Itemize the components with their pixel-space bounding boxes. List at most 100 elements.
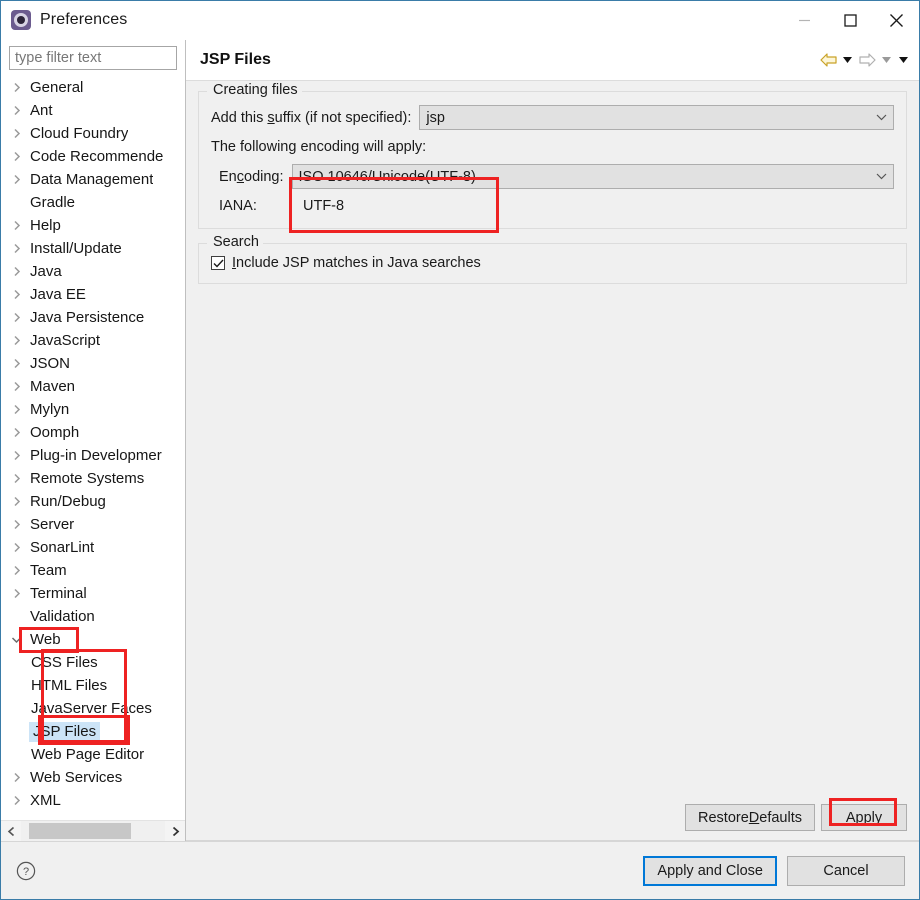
tree-item-sonarlint[interactable]: SonarLint [1,536,185,559]
chevron-right-icon[interactable] [9,772,24,783]
tree-item-install-update[interactable]: Install/Update [1,237,185,260]
cancel-button[interactable]: Cancel [787,855,905,886]
tree-item-java-ee[interactable]: Java EE [1,283,185,306]
chevron-right-icon[interactable] [9,381,24,392]
tree-item-maven[interactable]: Maven [1,375,185,398]
chevron-right-icon[interactable] [9,404,24,415]
chevron-right-icon[interactable] [9,289,24,300]
tree-item-terminal[interactable]: Terminal [1,582,185,605]
include-jsp-matches-checkbox-row[interactable]: Include JSP matches in Java searches [211,255,894,271]
close-icon[interactable] [873,1,919,39]
tree-item-label: Ant [30,102,53,119]
minimize-icon[interactable] [781,1,827,39]
chevron-right-icon[interactable] [9,82,24,93]
tree-item-label: Java EE [30,286,86,303]
group-border-segment [302,91,906,92]
chevron-right-icon[interactable] [9,795,24,806]
scroll-track[interactable] [21,821,165,841]
tree-horizontal-scrollbar[interactable] [1,820,185,841]
tree-item-mylyn[interactable]: Mylyn [1,398,185,421]
tree-item-css-files[interactable]: CSS Files [1,651,185,674]
encoding-note: The following encoding will apply: [211,139,427,155]
chevron-right-icon[interactable] [9,519,24,530]
preference-tree[interactable]: General Ant Cloud Foundry Code Recommende Da… [1,76,185,820]
chevron-right-icon[interactable] [9,588,24,599]
chevron-right-icon[interactable] [9,312,24,323]
tree-item-server[interactable]: Server [1,513,185,536]
suffix-row: Add this suffix (if not specified): jsp [211,105,894,130]
tree-item-cloud-foundry[interactable]: Cloud Foundry [1,122,185,145]
chevron-right-icon[interactable] [9,151,24,162]
chevron-right-icon[interactable] [9,450,24,461]
page-action-buttons: Restore Defaults Apply [685,804,907,831]
forward-menu-chevron-down-icon [879,49,894,71]
tree-item-label: General [30,79,84,96]
tree-item-plug-in-developmer[interactable]: Plug-in Developmer [1,444,185,467]
tree-item-remote-systems[interactable]: Remote Systems [1,467,185,490]
tree-item-oomph[interactable]: Oomph [1,421,185,444]
chevron-right-icon[interactable] [9,473,24,484]
tree-item-ant[interactable]: Ant [1,99,185,122]
more-menu-chevron-down-icon[interactable] [896,49,911,71]
tree-item-label: JSP Files [29,721,101,742]
tree-item-validation[interactable]: Validation [1,605,185,628]
chevron-down-icon[interactable] [9,636,24,644]
include-jsp-matches-checkbox[interactable] [211,256,225,270]
filter-input[interactable]: type filter text [9,46,177,70]
tree-item-label: Mylyn [30,401,70,418]
chevron-right-icon[interactable] [9,266,24,277]
tree-item-html-files[interactable]: HTML Files [1,674,185,697]
tree-item-javascript[interactable]: JavaScript [1,329,185,352]
tree-item-json[interactable]: JSON [1,352,185,375]
tree-item-label: Data Management [30,171,154,188]
tree-item-jsp-files[interactable]: JSP Files [1,720,185,743]
chevron-right-icon[interactable] [9,358,24,369]
apply-and-close-button[interactable]: Apply and Close [643,855,777,886]
chevron-right-icon[interactable] [9,335,24,346]
suffix-combo[interactable]: jsp [419,105,894,130]
chevron-right-icon[interactable] [165,821,185,841]
chevron-right-icon[interactable] [9,542,24,553]
page-header: JSP Files [186,39,919,81]
back-menu-chevron-down-icon[interactable] [840,49,855,71]
tree-item-xml[interactable]: XML [1,789,185,812]
tree-item-label: JavaServer Faces [31,700,152,717]
chevron-right-icon[interactable] [9,496,24,507]
tree-item-run-debug[interactable]: Run/Debug [1,490,185,513]
tree-item-help[interactable]: Help [1,214,185,237]
apply-button[interactable]: Apply [821,804,907,831]
tree-item-general[interactable]: General [1,76,185,99]
group-border-segment [263,243,906,244]
encoding-row: Encoding: ISO 10646/Unicode(UTF-8) [211,164,894,189]
chevron-right-icon[interactable] [9,105,24,116]
tree-item-web[interactable]: Web [1,628,185,651]
tree-item-gradle[interactable]: Gradle [1,191,185,214]
encoding-combo[interactable]: ISO 10646/Unicode(UTF-8) [291,164,894,189]
chevron-right-icon[interactable] [9,565,24,576]
tree-item-label: Run/Debug [30,493,106,510]
back-arrow-icon[interactable] [818,49,838,71]
window-title: Preferences [40,11,128,28]
page-nav-icons [818,49,911,71]
tree-item-java[interactable]: Java [1,260,185,283]
tree-item-team[interactable]: Team [1,559,185,582]
creating-files-legend: Creating files [209,82,302,98]
maximize-icon[interactable] [827,1,873,39]
tree-item-code-recommende[interactable]: Code Recommende [1,145,185,168]
chevron-right-icon[interactable] [9,174,24,185]
svg-text:?: ? [23,866,29,878]
chevron-right-icon[interactable] [9,427,24,438]
help-icon[interactable]: ? [15,860,37,882]
tree-item-web-page-editor[interactable]: Web Page Editor [1,743,185,766]
chevron-left-icon[interactable] [1,821,21,841]
tree-item-java-persistence[interactable]: Java Persistence [1,306,185,329]
tree-item-data-management[interactable]: Data Management [1,168,185,191]
chevron-right-icon[interactable] [9,128,24,139]
chevron-right-icon[interactable] [9,220,24,231]
tree-item-web-services[interactable]: Web Services [1,766,185,789]
chevron-right-icon[interactable] [9,243,24,254]
scroll-thumb[interactable] [29,823,131,839]
restore-defaults-button[interactable]: Restore Defaults [685,804,815,831]
tree-item-label: Remote Systems [30,470,145,487]
tree-item-javaserver-faces[interactable]: JavaServer Faces [1,697,185,720]
